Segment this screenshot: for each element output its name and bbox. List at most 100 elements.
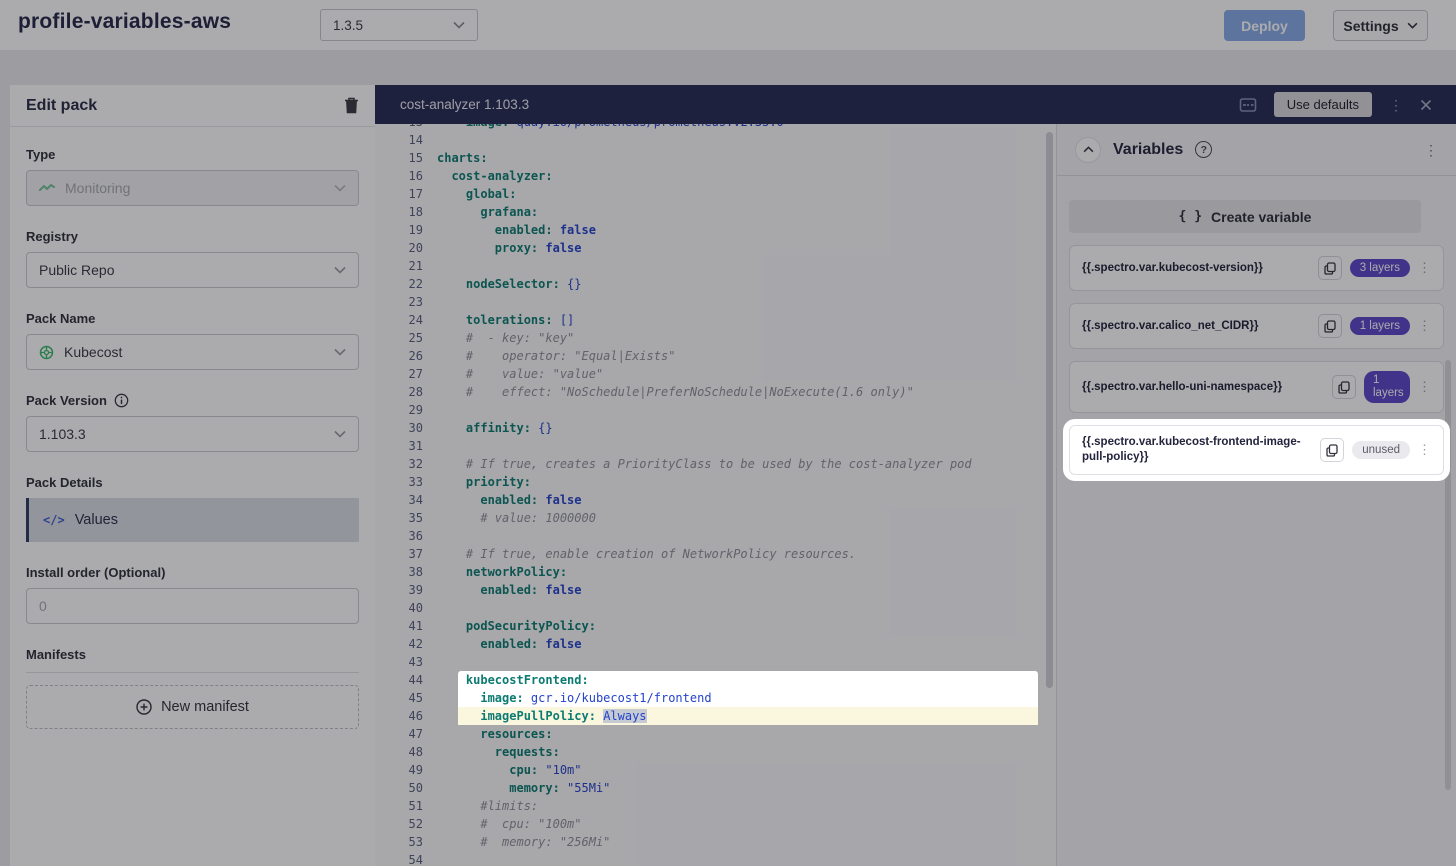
pack-version-select[interactable]: 1.103.3 — [26, 416, 359, 452]
settings-button[interactable]: Settings — [1333, 10, 1428, 41]
variable-name: {{.spectro.var.hello-uni-namespace}} — [1082, 380, 1324, 395]
code-text[interactable]: # memory: "256Mi" — [423, 833, 610, 851]
code-text[interactable]: requests: — [423, 743, 560, 761]
code-text[interactable] — [423, 437, 437, 455]
code-line: 51 #limits: — [375, 797, 972, 815]
code-text[interactable]: # cpu: "100m" — [423, 815, 582, 833]
code-text[interactable]: resources: — [423, 725, 553, 743]
code-text[interactable]: nodeSelector: {} — [423, 275, 582, 293]
deploy-button[interactable]: Deploy — [1224, 10, 1305, 41]
line-number: 27 — [375, 365, 423, 383]
collapse-chevron-icon[interactable] — [1075, 137, 1101, 163]
code-text[interactable]: enabled: false — [423, 221, 596, 239]
code-text[interactable]: imagePullPolicy: Always — [423, 707, 647, 725]
code-editor[interactable]: 13 image: quay.io/prometheus/prometheus:… — [375, 124, 1056, 866]
code-line: 21 — [375, 257, 972, 275]
code-text[interactable] — [423, 131, 437, 149]
code-text[interactable]: # effect: "NoSchedule|PreferNoSchedule|N… — [423, 383, 914, 401]
code-line: 38 networkPolicy: — [375, 563, 972, 581]
variables-scrollbar[interactable] — [1445, 360, 1451, 790]
profile-version-select[interactable]: 1.3.5 — [320, 9, 478, 41]
code-line: 25 # - key: "key" — [375, 329, 972, 347]
code-text[interactable]: image: quay.io/prometheus/prometheus:v2.… — [423, 124, 784, 131]
code-text[interactable]: charts: — [423, 149, 488, 167]
code-text[interactable] — [423, 293, 437, 311]
code-text[interactable]: affinity: {} — [423, 419, 553, 437]
create-variable-label: Create variable — [1211, 209, 1311, 225]
copy-icon[interactable] — [1318, 314, 1342, 338]
code-text[interactable] — [423, 257, 437, 275]
code-text[interactable]: memory: "55Mi" — [423, 779, 610, 797]
code-text[interactable] — [423, 599, 437, 617]
code-text[interactable]: image: gcr.io/kubecost1/frontend — [423, 689, 712, 707]
use-defaults-button[interactable]: Use defaults — [1274, 92, 1372, 117]
pack-details-values-tab[interactable]: </> Values — [26, 498, 359, 542]
code-text[interactable]: cpu: "10m" — [423, 761, 582, 779]
compare-editor-icon[interactable] — [1239, 97, 1257, 113]
edit-pack-body: Type Monitoring Registry Public Repo Pac… — [10, 127, 375, 729]
code-text[interactable]: priority: — [423, 473, 531, 491]
pack-name-select[interactable]: Kubecost — [26, 334, 359, 370]
editor-menu-icon[interactable]: ⋮ — [1389, 98, 1403, 112]
divider — [26, 672, 359, 673]
code-text[interactable] — [423, 527, 437, 545]
variable-item[interactable]: {{.spectro.var.hello-uni-namespace}}1 la… — [1069, 361, 1444, 413]
variable-item[interactable]: {{.spectro.var.calico_net_CIDR}}1 layers… — [1069, 303, 1444, 349]
code-text[interactable]: proxy: false — [423, 239, 582, 257]
manifests-field: Manifests New manifest — [26, 647, 359, 729]
code-line: 47 resources: — [375, 725, 972, 743]
variable-menu-icon[interactable]: ⋮ — [1418, 318, 1431, 334]
code-text[interactable]: networkPolicy: — [423, 563, 567, 581]
code-text[interactable]: enabled: false — [423, 635, 582, 653]
copy-icon[interactable] — [1320, 438, 1344, 462]
line-number: 39 — [375, 581, 423, 599]
code-text[interactable] — [423, 851, 437, 866]
editor-title: cost-analyzer 1.103.3 — [400, 97, 529, 112]
copy-icon[interactable] — [1332, 375, 1356, 399]
code-text[interactable] — [423, 653, 437, 671]
code-text[interactable]: global: — [423, 185, 516, 203]
create-variable-button[interactable]: { } Create variable — [1069, 200, 1421, 233]
help-icon[interactable]: ? — [1195, 141, 1212, 158]
code-text[interactable]: enabled: false — [423, 581, 582, 599]
trash-icon[interactable] — [344, 97, 359, 114]
install-order-input[interactable] — [26, 588, 359, 624]
code-line: 27 # value: "value" — [375, 365, 972, 383]
editor-scrollbar[interactable] — [1046, 132, 1053, 688]
code-line: 54 — [375, 851, 972, 866]
code-text[interactable]: tolerations: [] — [423, 311, 574, 329]
variable-menu-icon[interactable]: ⋮ — [1418, 442, 1431, 458]
variable-name: {{.spectro.var.kubecost-version}} — [1082, 261, 1310, 276]
close-icon[interactable] — [1420, 99, 1432, 111]
variable-item[interactable]: {{.spectro.var.kubecost-version}}3 layer… — [1069, 245, 1444, 291]
code-text[interactable]: kubecostFrontend: — [423, 671, 589, 689]
code-text[interactable]: grafana: — [423, 203, 538, 221]
code-line: 40 — [375, 599, 972, 617]
line-number: 18 — [375, 203, 423, 221]
variable-menu-icon[interactable]: ⋮ — [1418, 379, 1431, 395]
code-text[interactable]: # value: "value" — [423, 365, 603, 383]
variable-menu-icon[interactable]: ⋮ — [1418, 260, 1431, 276]
code-text[interactable]: #limits: — [423, 797, 538, 815]
variables-menu-icon[interactable]: ⋮ — [1424, 143, 1438, 157]
code-line: 49 cpu: "10m" — [375, 761, 972, 779]
line-number: 28 — [375, 383, 423, 401]
info-icon[interactable] — [114, 393, 129, 408]
code-text[interactable]: # If true, creates a PriorityClass to be… — [423, 455, 972, 473]
code-line: 53 # memory: "256Mi" — [375, 833, 972, 851]
variable-item[interactable]: {{.spectro.var.kubecost-frontend-image-p… — [1069, 425, 1444, 475]
new-manifest-button[interactable]: New manifest — [26, 685, 359, 729]
code-text[interactable]: # value: 1000000 — [423, 509, 596, 527]
copy-icon[interactable] — [1318, 256, 1342, 280]
code-text[interactable]: # If true, enable creation of NetworkPol… — [423, 545, 856, 563]
code-text[interactable]: enabled: false — [423, 491, 582, 509]
code-text[interactable]: podSecurityPolicy: — [423, 617, 596, 635]
code-text[interactable]: # - key: "key" — [423, 329, 574, 347]
code-text[interactable]: cost-analyzer: — [423, 167, 553, 185]
type-select[interactable]: Monitoring — [26, 170, 359, 206]
code-text[interactable]: # operator: "Equal|Exists" — [423, 347, 675, 365]
code-line: 26 # operator: "Equal|Exists" — [375, 347, 972, 365]
registry-select[interactable]: Public Repo — [26, 252, 359, 288]
code-text[interactable] — [423, 401, 437, 419]
code-line: 32 # If true, creates a PriorityClass to… — [375, 455, 972, 473]
